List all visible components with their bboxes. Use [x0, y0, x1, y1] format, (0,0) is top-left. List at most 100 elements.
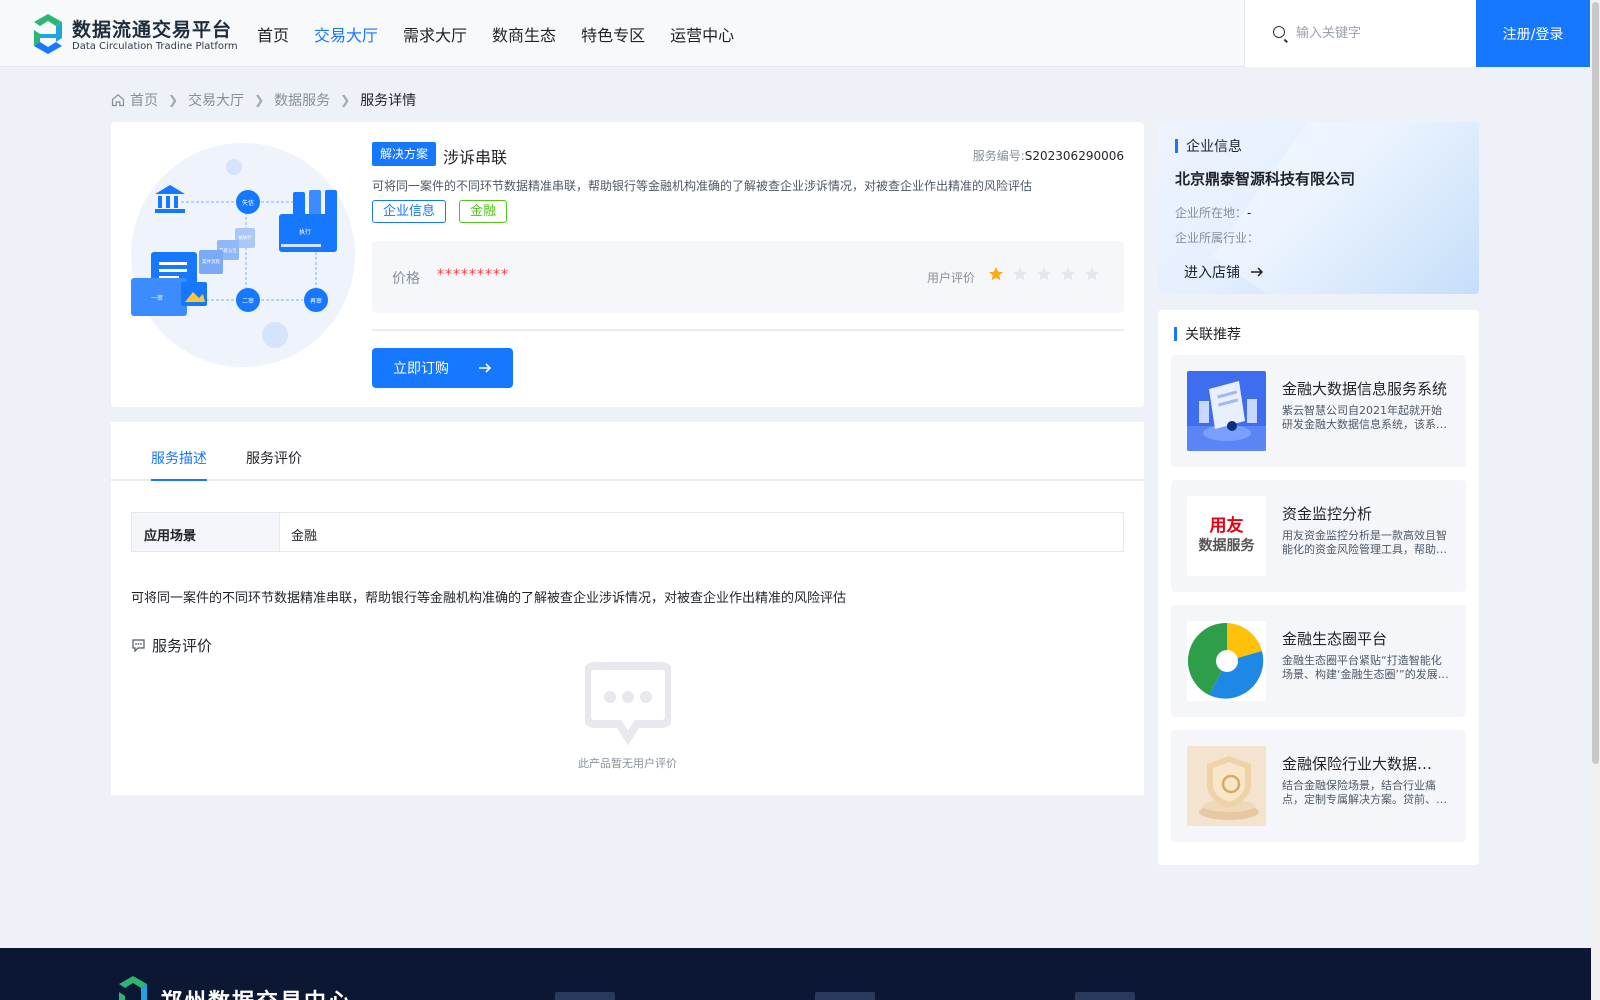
company-location-value: -	[1247, 206, 1252, 220]
home-icon	[111, 94, 125, 107]
rating-label: 用户评价	[927, 271, 976, 285]
review-section-title: 服务评价	[131, 635, 212, 656]
platform-logo[interactable]: 数据流通交易平台 Data Circulation Tradine Platfo…	[30, 14, 238, 54]
footer: 郑州数据交易中心	[0, 948, 1600, 1000]
recommend-item[interactable]: 金融保险行业大数据解决方案 结合金融保险场景，结合行业痛点，定制专属解决方案。贷…	[1171, 730, 1466, 842]
tag-finance[interactable]: 金融	[459, 200, 508, 223]
company-industry: 企业所属行业：	[1175, 229, 1259, 246]
footer-logo-icon	[119, 976, 147, 1000]
nav-trading-hall[interactable]: 交易大厅	[314, 22, 378, 46]
company-name: 北京鼎泰智源科技有限公司	[1175, 170, 1356, 188]
service-number-value: S202306290006	[1024, 149, 1124, 163]
enter-shop-label: 进入店铺	[1184, 265, 1240, 281]
company-location-label: 企业所在地：	[1175, 206, 1248, 220]
search-box	[1244, 0, 1476, 67]
star-icon[interactable]	[1060, 266, 1076, 282]
review-title: 服务评价	[152, 637, 213, 655]
recommend-title: 金融保险行业大数据解决方案	[1282, 755, 1447, 773]
recommend-desc: 金融生态圈平台紧贴“打造智能化场景、构建‘金融生态圈’”的发展理念	[1282, 654, 1449, 681]
footer-column-heading	[555, 992, 615, 1000]
search-input[interactable]	[1296, 22, 1466, 44]
price-panel: 价格 ********* 用户评价	[372, 241, 1124, 313]
breadcrumb-trading-hall[interactable]: 交易大厅	[188, 90, 244, 110]
title-bar	[1175, 139, 1178, 153]
nav-ecosystem[interactable]: 数商生态	[492, 22, 556, 46]
arrow-right-icon	[479, 363, 492, 373]
scene-value: 金融	[291, 529, 318, 544]
nav-special-zone[interactable]: 特色专区	[581, 22, 645, 46]
chevron-right-icon: ❯	[340, 93, 351, 107]
star-icon[interactable]	[1036, 266, 1052, 282]
solution-badge: 解决方案	[372, 142, 437, 166]
recommend-item[interactable]: 金融生态圈平台 金融生态圈平台紧贴“打造智能化场景、构建‘金融生态圈’”的发展理…	[1171, 605, 1466, 717]
svg-text:执行: 执行	[299, 228, 311, 236]
breadcrumb-home[interactable]: 首页	[130, 90, 158, 110]
scrollbar-thumb[interactable]	[1592, 2, 1599, 764]
nav-demand-hall[interactable]: 需求大厅	[403, 22, 467, 46]
tab-service-description[interactable]: 服务描述	[151, 448, 207, 468]
product-title: 涉诉串联	[443, 148, 508, 167]
search-icon[interactable]	[1273, 26, 1285, 38]
main-nav: 首页 交易大厅 需求大厅 数商生态 特色专区 运营中心	[257, 22, 759, 46]
top-header: 数据流通交易平台 Data Circulation Tradine Platfo…	[0, 0, 1600, 67]
breadcrumb-current: 服务详情	[360, 93, 417, 109]
company-section-title: 企业信息	[1175, 136, 1242, 156]
svg-text:一审: 一审	[151, 294, 163, 302]
tag-enterprise-info[interactable]: 企业信息	[372, 200, 447, 223]
product-illustration: 失信 执行 被执行 开庭公告 案件流程 一审 二审 再审	[131, 143, 355, 367]
nav-operation-center[interactable]: 运营中心	[670, 22, 734, 46]
recommend-title: 金融生态圈平台	[1282, 630, 1388, 648]
chevron-right-icon: ❯	[168, 93, 179, 107]
recommend-desc: 用友资金监控分析是一款高效且智能化的资金风险管理工具，帮助企业实时掌握资金动态	[1282, 529, 1447, 556]
service-number: 服务编号:S202306290006	[973, 147, 1124, 164]
logo-mark-icon	[34, 14, 62, 54]
logo-subtitle: Data Circulation Tradine Platform	[72, 41, 238, 52]
active-tab-indicator	[151, 479, 207, 481]
arrow-right-icon	[1251, 267, 1264, 277]
star-icon[interactable]	[988, 266, 1004, 282]
logo-title: 数据流通交易平台	[72, 19, 233, 41]
title-bar	[1174, 327, 1177, 341]
page-scrollbar[interactable]	[1591, 0, 1600, 1000]
insurance-shield-icon	[1187, 746, 1266, 826]
breadcrumb-data-service[interactable]: 数据服务	[274, 90, 330, 110]
scene-table: 应用场景 金融	[131, 512, 1124, 552]
star-rating	[988, 266, 1108, 282]
star-icon[interactable]	[1012, 266, 1028, 282]
company-industry-label: 企业所属行业：	[1175, 231, 1260, 245]
empty-review-text: 此产品暂无用户评价	[578, 757, 677, 770]
recommend-desc: 紫云智慧公司自2021年起就开始研发金融大数据信息系统，该系统致力于为金融机构提…	[1282, 404, 1447, 431]
ecosystem-logo	[1187, 621, 1266, 701]
enter-shop-link[interactable]: 进入店铺	[1184, 262, 1264, 282]
product-description: 可将同一案件的不同环节数据精准串联，帮助银行等金融机构准确的了解被查企业涉诉情况…	[372, 179, 1033, 193]
nav-home[interactable]: 首页	[257, 22, 289, 46]
buy-now-button[interactable]: 立即订购	[372, 348, 513, 388]
footer-column-heading	[815, 992, 875, 1000]
empty-comment-icon	[585, 662, 671, 746]
comment-icon	[132, 639, 145, 653]
recommend-section-label: 关联推荐	[1185, 327, 1241, 343]
price-value: *********	[437, 267, 509, 283]
svg-text:失信: 失信	[242, 199, 254, 207]
recommend-item[interactable]: 用友 数据服务 资金监控分析 用友资金监控分析是一款高效且智能化的资金风险管理工…	[1171, 480, 1466, 592]
star-icon[interactable]	[1084, 266, 1100, 282]
detail-tabs: 服务描述 服务评价	[111, 422, 1144, 481]
scene-label: 应用场景	[132, 513, 280, 551]
yonyou-logo: 用友 数据服务	[1187, 496, 1266, 576]
recommend-item[interactable]: 金融大数据信息服务系统 紫云智慧公司自2021年起就开始研发金融大数据信息系统，…	[1171, 355, 1466, 467]
login-register-button[interactable]: 注册/登录	[1476, 0, 1590, 67]
recommend-title: 资金监控分析	[1282, 505, 1373, 523]
svg-text:再审: 再审	[310, 297, 322, 305]
related-recommend-card: 关联推荐 金融大数据信息服务系统 紫云智慧公司自2021年起就开始研发金融大数据…	[1158, 310, 1479, 865]
buy-now-label: 立即订购	[393, 361, 449, 377]
chevron-right-icon: ❯	[254, 93, 265, 107]
yonyou-logo-text: 用友	[1209, 516, 1244, 536]
company-section-label: 企业信息	[1186, 139, 1242, 155]
product-summary-card: 失信 执行 被执行 开庭公告 案件流程 一审 二审 再审 解决方案 涉诉串联 服…	[111, 122, 1144, 407]
recommend-title: 金融大数据信息服务系统	[1282, 380, 1447, 398]
footer-title: 郑州数据交易中心	[160, 984, 352, 1000]
tab-service-review[interactable]: 服务评价	[246, 448, 302, 468]
service-number-label: 服务编号:	[972, 149, 1025, 163]
recommend-desc: 结合金融保险场景，结合行业痛点，定制专属解决方案。贷前、贷中、贷后全流程服务	[1282, 779, 1447, 806]
svg-text:被执行: 被执行	[238, 234, 252, 241]
